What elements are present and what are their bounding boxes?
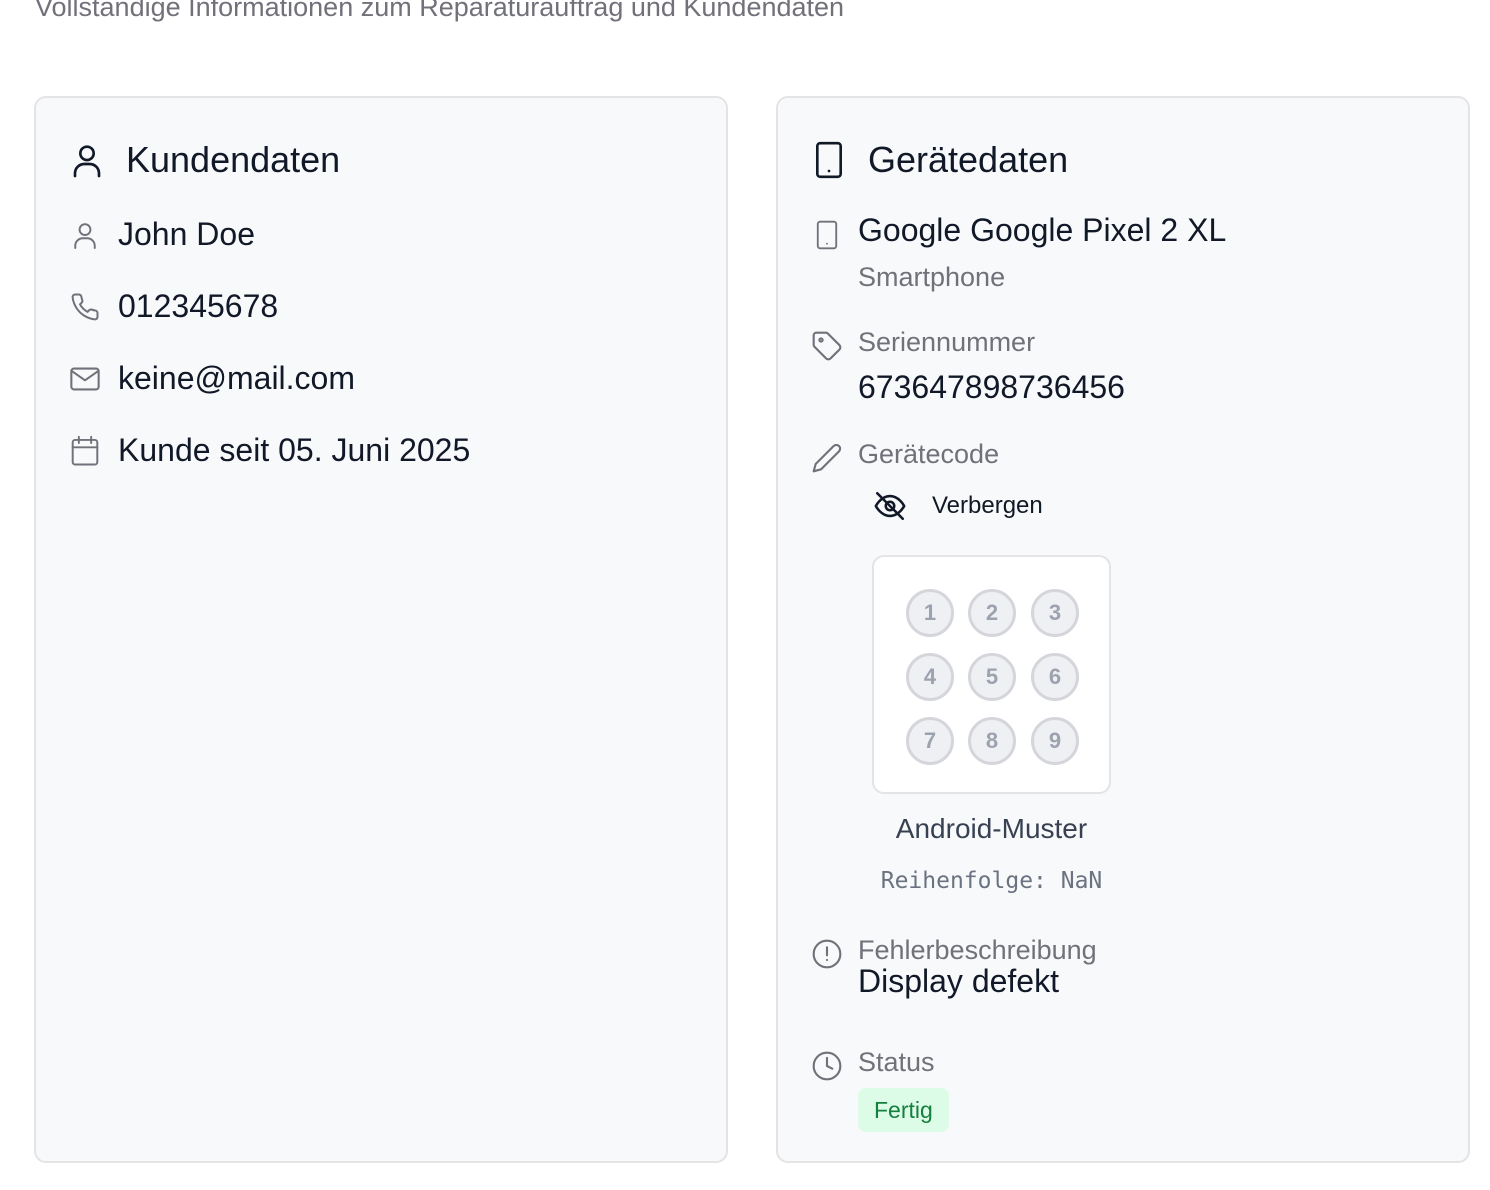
pattern-dot[interactable]: 9 [1031, 717, 1079, 765]
user-icon [68, 218, 102, 252]
customer-name: John Doe [118, 216, 255, 252]
customer-email-row: keine@mail.com [68, 360, 355, 397]
pattern-dot[interactable]: 5 [968, 653, 1016, 701]
pattern-dot[interactable]: 1 [906, 589, 954, 637]
device-card-header: Gerätedaten [812, 138, 1068, 182]
fault-value: Display defekt [858, 963, 1059, 999]
pattern-dot[interactable]: 6 [1031, 653, 1079, 701]
pattern-sequence: Reihenfolge: NaN [880, 868, 1103, 894]
pattern-dot[interactable]: 7 [906, 717, 954, 765]
serial-label: Seriennummer [858, 327, 1036, 357]
device-model: Google Google Pixel 2 XL [858, 212, 1227, 248]
alert-circle-icon [810, 937, 844, 971]
status-label: Status [858, 1047, 935, 1077]
device-card: Gerätedaten Google Google Pixel 2 XL Sma… [776, 96, 1470, 1163]
pattern-dot[interactable]: 8 [968, 717, 1016, 765]
pattern-dot[interactable]: 3 [1031, 589, 1079, 637]
smartphone-icon [812, 141, 846, 179]
user-icon [70, 141, 104, 179]
eye-off-icon [872, 488, 908, 524]
calendar-icon [68, 434, 102, 468]
device-type: Smartphone [858, 262, 1006, 292]
customer-phone-row: 012345678 [68, 288, 278, 325]
phone-icon [68, 290, 102, 324]
smartphone-icon [810, 218, 844, 252]
pattern-dot[interactable]: 2 [968, 589, 1016, 637]
status-badge: Fertig [858, 1088, 949, 1132]
clock-icon [810, 1049, 844, 1083]
customer-since-row: Kunde seit 05. Juni 2025 [68, 432, 470, 469]
pencil-icon [810, 441, 844, 475]
device-card-title: Gerätedaten [868, 139, 1069, 180]
customer-card-header: Kundendaten [70, 138, 340, 182]
customer-name-row: John Doe [68, 216, 255, 253]
hide-code-label: Verbergen [932, 492, 1043, 519]
hide-code-button[interactable]: Verbergen [872, 484, 1043, 528]
customer-card: Kundendaten John Doe 012345678 keine@mai… [34, 96, 728, 1163]
device-code-label: Gerätecode [858, 439, 1000, 469]
mail-icon [68, 362, 102, 396]
customer-email: keine@mail.com [118, 360, 355, 396]
tag-icon [810, 329, 844, 363]
customer-card-title: Kundendaten [126, 139, 341, 180]
page-subtitle: Vollständige Informationen zum Reparatur… [35, 0, 845, 22]
pattern-grid: 1 2 3 4 5 6 7 8 9 [872, 555, 1111, 794]
customer-phone: 012345678 [118, 288, 279, 324]
customer-since: Kunde seit 05. Juni 2025 [118, 432, 471, 468]
fault-label: Fehlerbeschreibung [858, 935, 1097, 965]
serial-value: 673647898736456 [858, 369, 1125, 405]
pattern-dot[interactable]: 4 [906, 653, 954, 701]
pattern-caption: Android-Muster [895, 813, 1088, 844]
